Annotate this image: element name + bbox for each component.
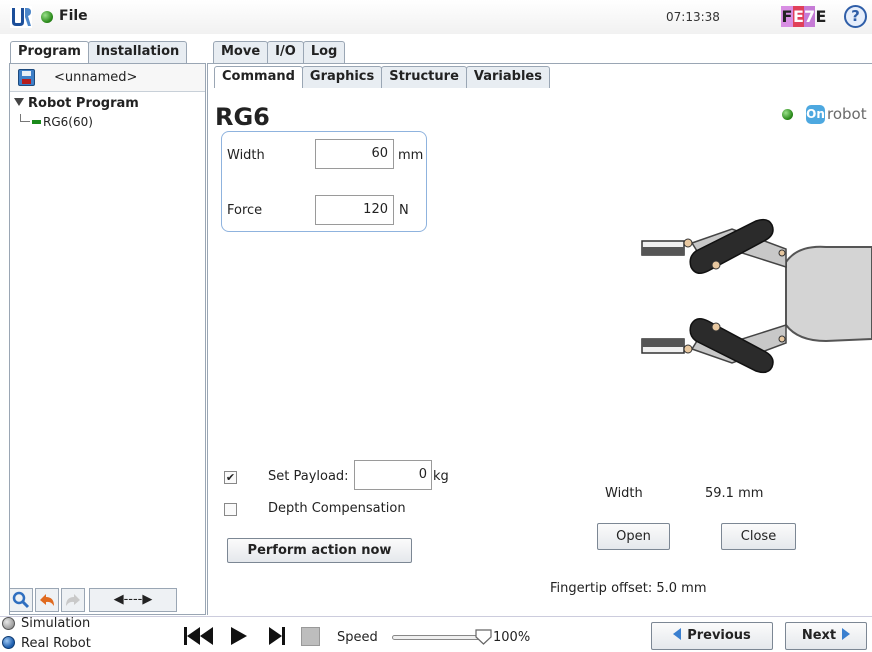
- speed-value: 100%: [493, 630, 531, 645]
- next-label: Next: [801, 628, 837, 643]
- code-char-4: E: [815, 7, 827, 26]
- tab-io[interactable]: I/O: [267, 41, 304, 63]
- tab-move[interactable]: Move: [213, 41, 269, 63]
- depth-compensation-label: Depth Compensation: [268, 501, 406, 516]
- expand-triangle-icon[interactable]: [14, 98, 24, 106]
- onrobot-icon: On: [806, 104, 825, 124]
- help-icon[interactable]: ?: [844, 5, 867, 28]
- main-tabs-left: Program Installation: [10, 41, 188, 63]
- simulation-label: Simulation: [21, 616, 91, 631]
- program-name: <unnamed>: [54, 70, 138, 85]
- top-bar: File 07:13:38 F E 7 E ?: [0, 0, 872, 34]
- program-tree-panel: <unnamed> Robot Program RG6(60): [9, 63, 206, 615]
- code-char-2: E: [793, 6, 804, 27]
- ur-logo-icon: [10, 6, 32, 28]
- tab-log[interactable]: Log: [302, 41, 346, 63]
- payload-input[interactable]: 0: [354, 460, 432, 490]
- disk-icon[interactable]: [18, 69, 35, 86]
- tree-node-rg6[interactable]: RG6(60): [20, 114, 93, 129]
- fingertip-offset: Fingertip offset: 5.0 mm: [550, 581, 707, 596]
- main-tabs-right: Move I/O Log: [213, 41, 346, 63]
- arrow-left-icon: [673, 628, 682, 640]
- undo-icon[interactable]: [35, 588, 59, 612]
- speed-label: Speed: [337, 630, 378, 645]
- connection-status-icon: [782, 108, 793, 120]
- node-status-icon: [32, 120, 41, 124]
- green-status-icon: [41, 11, 53, 23]
- tab-program[interactable]: Program: [10, 41, 89, 63]
- set-payload-checkbox[interactable]: ✔: [224, 471, 237, 484]
- status-code-badge[interactable]: F E 7 E: [781, 6, 827, 27]
- speed-slider-thumb-icon[interactable]: [474, 628, 493, 645]
- code-char-1: F: [781, 6, 793, 27]
- force-label: Force: [227, 203, 263, 218]
- depth-compensation-checkbox[interactable]: [224, 503, 237, 516]
- onrobot-text: robot: [827, 105, 867, 123]
- move-node-button[interactable]: ◀----▶: [89, 588, 177, 612]
- tree-connector: [20, 114, 30, 122]
- status-width-label: Width: [605, 486, 643, 501]
- onrobot-logo: On robot: [782, 104, 867, 124]
- tab-installation[interactable]: Installation: [87, 41, 188, 63]
- width-input[interactable]: 60: [315, 139, 394, 169]
- tree-node-label: RG6(60): [43, 115, 93, 129]
- stop-icon[interactable]: [301, 627, 320, 646]
- width-label: Width: [227, 148, 265, 163]
- force-unit: N: [399, 203, 409, 218]
- magnifier-icon[interactable]: [9, 588, 33, 612]
- play-icon[interactable]: [226, 624, 250, 648]
- next-button[interactable]: Next: [785, 622, 867, 650]
- page-title: RG6: [215, 103, 270, 131]
- payload-unit: kg: [433, 469, 449, 484]
- set-payload-label: Set Payload:: [268, 469, 349, 484]
- previous-label: Previous: [687, 628, 751, 643]
- status-width-value: 59.1 mm: [705, 486, 764, 501]
- speed-slider[interactable]: [392, 635, 480, 640]
- width-unit: mm: [398, 148, 424, 163]
- code-char-3: 7: [804, 6, 816, 27]
- gripper-illustration: [641, 218, 872, 374]
- real-robot-radio[interactable]: [2, 636, 15, 649]
- real-robot-label: Real Robot: [21, 636, 91, 651]
- tree-toolbar: ◀----▶: [9, 588, 206, 615]
- arrow-right-icon: [842, 628, 851, 640]
- step-icon[interactable]: [265, 624, 289, 648]
- force-input[interactable]: 120: [315, 195, 394, 225]
- simulation-radio[interactable]: [2, 617, 15, 630]
- previous-button[interactable]: Previous: [651, 622, 773, 650]
- program-header: <unnamed>: [10, 64, 205, 92]
- tree-root-label: Robot Program: [28, 96, 139, 111]
- clock: 07:13:38: [666, 10, 720, 24]
- rewind-icon[interactable]: [180, 624, 218, 648]
- close-button[interactable]: Close: [721, 523, 796, 550]
- redo-icon[interactable]: [61, 588, 85, 612]
- open-button[interactable]: Open: [597, 523, 670, 550]
- file-menu[interactable]: File: [59, 8, 88, 24]
- tree-root[interactable]: Robot Program: [14, 96, 139, 111]
- perform-action-button[interactable]: Perform action now: [227, 538, 412, 563]
